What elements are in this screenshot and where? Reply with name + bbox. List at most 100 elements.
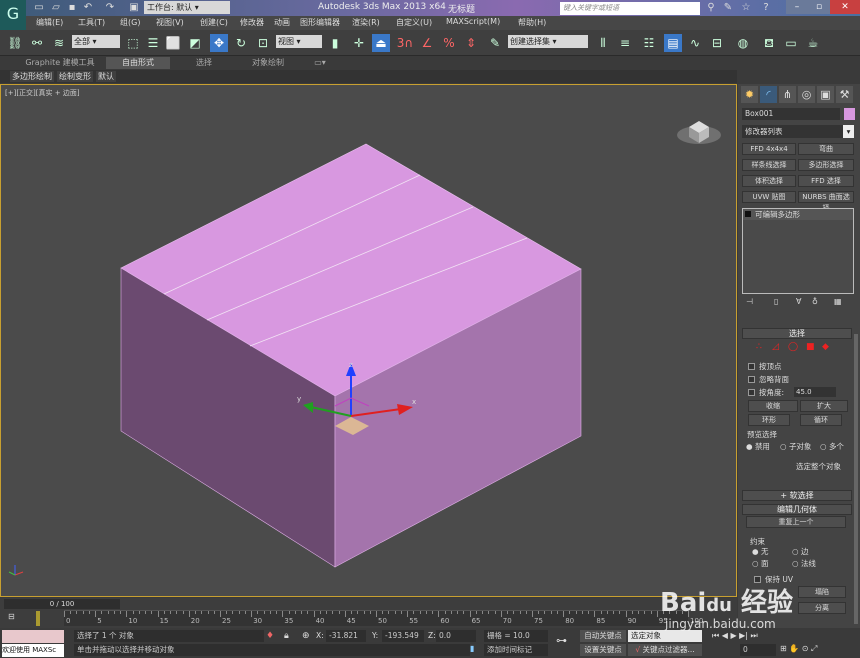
preview-off-radio[interactable]: ● 禁用	[746, 441, 770, 452]
ribbon-tab-object-paint[interactable]: 对象绘制	[236, 57, 300, 69]
render-icon[interactable]: ☕	[804, 34, 822, 52]
subtab-poly-draw[interactable]: 多边形绘制	[10, 71, 54, 82]
open-file-icon[interactable]: ▱	[50, 2, 62, 14]
motion-tab-icon[interactable]: ◎	[798, 86, 815, 103]
set-key-icon[interactable]: ⊶	[556, 634, 567, 647]
add-time-tag[interactable]: 添加时间标记	[484, 644, 548, 656]
polygon-level-icon[interactable]: ■	[806, 342, 815, 352]
hierarchy-tab-icon[interactable]: ⋔	[779, 86, 796, 103]
ignore-backfacing-checkbox[interactable]: 忽略背面	[748, 374, 789, 385]
modifier-stack[interactable]: 可编辑多边形	[742, 208, 854, 294]
menu-animation[interactable]: 动画	[274, 17, 290, 28]
menu-modifiers[interactable]: 修改器	[240, 17, 264, 28]
repeat-last-button[interactable]: 重复上一个	[746, 516, 846, 528]
playback-controls[interactable]: ⏮ ◀ ▶ ▶| ⏭	[712, 631, 758, 641]
redo-icon[interactable]: ↷	[104, 2, 116, 14]
menu-edit[interactable]: 编辑(E)	[36, 17, 63, 28]
selection-rollout-header[interactable]: 选择	[742, 328, 852, 339]
menu-tools[interactable]: 工具(T)	[78, 17, 105, 28]
menu-customize[interactable]: 自定义(U)	[396, 17, 432, 28]
modify-tab-icon[interactable]: ◜	[760, 86, 777, 103]
absolute-mode-icon[interactable]: ⊕	[302, 631, 310, 641]
named-selection-dropdown[interactable]: 创建选择集 ▾	[508, 35, 588, 48]
preview-subobject-radio[interactable]: ○ 子对象	[780, 441, 811, 452]
link-icon[interactable]: ⛓	[6, 34, 24, 52]
select-by-name-icon[interactable]: ☰	[144, 34, 162, 52]
menu-group[interactable]: 组(G)	[120, 17, 140, 28]
grow-button[interactable]: 扩大	[800, 400, 848, 412]
menu-help[interactable]: 帮助(H)	[518, 17, 546, 28]
utilities-tab-icon[interactable]: ⚒	[836, 86, 853, 103]
scene-explorer-icon[interactable]: ▤	[664, 34, 682, 52]
set-key-button[interactable]: 设置关键点	[580, 644, 626, 656]
maximize-button[interactable]: ▫	[808, 0, 830, 14]
maxscript-listener[interactable]	[2, 630, 64, 643]
save-icon[interactable]: ▪	[66, 2, 78, 14]
maxscript-mini-listener[interactable]: 欢迎使用 MAXSc	[2, 644, 64, 657]
x-coordinate-field[interactable]: -31.821	[326, 630, 366, 642]
rectangular-selection-icon[interactable]: ⬜	[164, 34, 182, 52]
rendered-frame-icon[interactable]: ▭	[782, 34, 800, 52]
material-editor-icon[interactable]: ◍	[734, 34, 752, 52]
subtab-paint-deform[interactable]: 绘制变形	[57, 71, 93, 82]
panel-scrollbar[interactable]	[854, 334, 858, 624]
mirror-icon[interactable]: ⫴	[594, 34, 612, 52]
collapse-button[interactable]: 塌陷	[798, 586, 846, 598]
current-frame-marker[interactable]	[36, 611, 40, 626]
align-icon[interactable]: ≡	[616, 34, 634, 52]
subtab-defaults[interactable]: 默认	[96, 71, 116, 82]
minimize-button[interactable]: –	[786, 0, 808, 14]
curve-editor-mini-icon[interactable]: ⊟	[8, 612, 15, 621]
search-input[interactable]: 键入关键字或短语	[560, 2, 700, 15]
viewport-orthographic[interactable]: [+][正交][真实 + 边面] z x y	[0, 84, 737, 597]
key-icon[interactable]: ✎	[722, 2, 734, 14]
show-end-result-icon[interactable]: ▯	[774, 297, 778, 306]
select-and-rotate-icon[interactable]: ↻	[232, 34, 250, 52]
menu-views[interactable]: 视图(V)	[156, 17, 184, 28]
y-coordinate-field[interactable]: -193.549	[382, 630, 424, 642]
constraint-face-radio[interactable]: ○ 面	[752, 558, 768, 569]
constraint-normal-radio[interactable]: ○ 法线	[792, 558, 816, 569]
create-tab-icon[interactable]: ✹	[741, 86, 758, 103]
reference-coordinate-dropdown[interactable]: 视图 ▾	[276, 35, 322, 48]
object-name-field[interactable]: Box001	[742, 108, 840, 120]
constraint-edge-radio[interactable]: ○ 边	[792, 546, 808, 557]
window-crossing-icon[interactable]: ◩	[186, 34, 204, 52]
layer-manager-icon[interactable]: ☷	[640, 34, 658, 52]
vertex-level-icon[interactable]: ∴	[756, 342, 762, 352]
project-folder-icon[interactable]: ▣	[128, 2, 140, 14]
display-tab-icon[interactable]: ▣	[817, 86, 834, 103]
preview-multi-radio[interactable]: ○ 多个	[820, 441, 844, 452]
stack-item-editable-poly[interactable]: 可编辑多边形	[743, 209, 853, 220]
binoculars-icon[interactable]: ⚲	[705, 2, 717, 14]
z-coordinate-field[interactable]: 0.0	[436, 630, 476, 642]
current-frame-field[interactable]: 0	[740, 644, 776, 656]
curve-editor-icon[interactable]: ∿	[686, 34, 704, 52]
edit-named-selection-icon[interactable]: ✎	[486, 34, 504, 52]
selection-lock-icon[interactable]: 🔒︎	[284, 631, 289, 641]
track-bar[interactable]: 0 5 10 15 20 25 30 35 40 45 50 55 60 65 70 75 80 85 90 95 10…	[36, 610, 703, 626]
element-level-icon[interactable]: ◆	[822, 342, 829, 352]
edge-level-icon[interactable]: ◿	[772, 342, 779, 352]
selection-filter-dropdown[interactable]: 全部 ▾	[72, 35, 120, 48]
by-angle-checkbox[interactable]: 按角度:	[748, 387, 784, 398]
modifier-bend-button[interactable]: 弯曲	[798, 143, 854, 155]
configure-modifier-sets-icon[interactable]: ▦	[834, 297, 842, 306]
keyboard-shortcut-override-icon[interactable]: ⏏	[372, 34, 390, 52]
edit-geometry-rollout-header[interactable]: 编辑几何体	[742, 504, 852, 515]
by-vertex-checkbox[interactable]: 按顶点	[748, 361, 782, 372]
ribbon-tab-selection[interactable]: 选择	[176, 57, 232, 69]
bind-space-warp-icon[interactable]: ≋	[50, 34, 68, 52]
auto-key-button[interactable]: 自动关键点	[580, 630, 626, 642]
viewport-nav-controls[interactable]: ⊞ ✋ ⊙ ⤢	[780, 644, 817, 654]
manipulate-icon[interactable]: ✛	[350, 34, 368, 52]
workspace-dropdown[interactable]: 工作台: 默认 ▾	[144, 1, 230, 14]
app-logo-button[interactable]: G	[0, 0, 26, 30]
select-and-move-icon[interactable]: ✥	[210, 34, 228, 52]
shrink-button[interactable]: 收缩	[748, 400, 798, 412]
loop-button[interactable]: 循环	[800, 414, 842, 426]
pivot-center-icon[interactable]: ▮	[326, 34, 344, 52]
snaps-toggle-icon[interactable]: 3∩	[396, 34, 414, 52]
select-object-icon[interactable]: ⬚	[124, 34, 142, 52]
close-button[interactable]: ✕	[830, 0, 860, 14]
